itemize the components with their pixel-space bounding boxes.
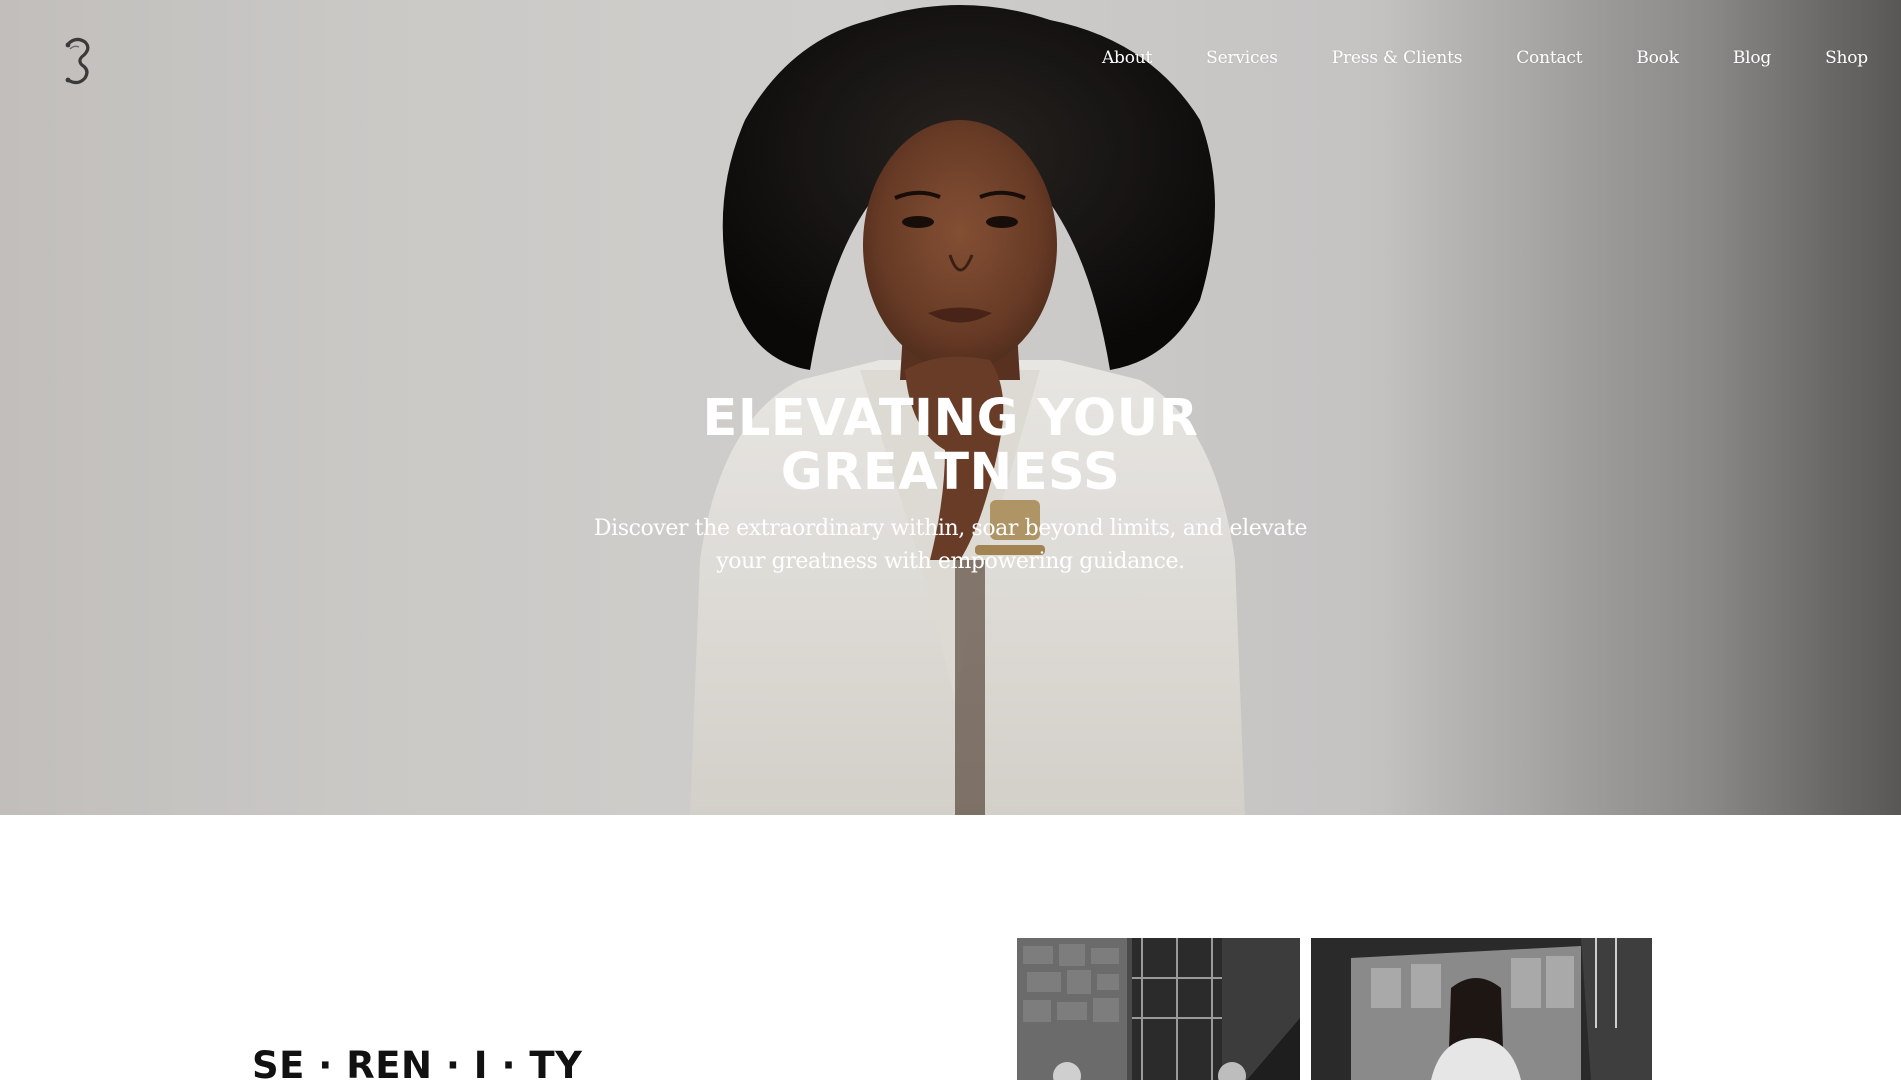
nav-item-book[interactable]: Book: [1636, 48, 1679, 68]
nav-item-blog[interactable]: Blog: [1733, 48, 1771, 68]
hero-title: ELEVATING YOUR GREATNESS: [702, 389, 1199, 502]
nav-item-shop[interactable]: Shop: [1825, 48, 1868, 68]
nav-item-about[interactable]: About: [1102, 48, 1152, 68]
section-heading: SE · REN · I · TY: [252, 1044, 583, 1080]
main-navigation: About Services Press & Clients Contact B…: [1102, 48, 1868, 68]
nav-item-press-clients[interactable]: Press & Clients: [1332, 48, 1463, 68]
black-and-white-interior-photo: [1017, 938, 1300, 1080]
hero-section: About Services Press & Clients Contact B…: [0, 0, 1901, 815]
page: About Services Press & Clients Contact B…: [0, 0, 1901, 1080]
interview-photo-image: [1311, 938, 1652, 1080]
ornate-letter-s-logo[interactable]: [58, 36, 98, 86]
nav-item-contact[interactable]: Contact: [1516, 48, 1582, 68]
nav-item-services[interactable]: Services: [1206, 48, 1278, 68]
black-and-white-interview-photo: [1311, 938, 1652, 1080]
hero-text-block: ELEVATING YOUR GREATNESS Discover the ex…: [0, 392, 1901, 578]
interior-photo-image: [1017, 938, 1300, 1080]
hero-subtitle: Discover the extraordinary within, soar …: [593, 516, 1308, 574]
